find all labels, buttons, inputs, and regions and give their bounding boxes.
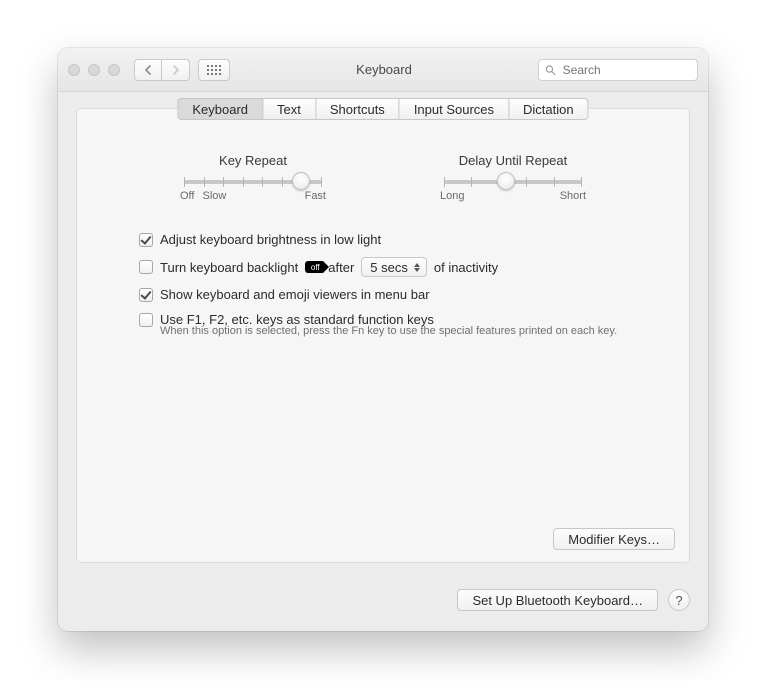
titlebar: Keyboard [58,48,708,92]
delay-thumb[interactable] [497,172,515,190]
tab-dictation[interactable]: Dictation [508,98,589,120]
search-input[interactable] [561,62,691,78]
backlight-pre: Turn keyboard backlight [160,260,298,275]
backlight-row: Turn keyboard backlight off after 5 secs… [139,257,627,277]
key-repeat-off-label: Off [180,190,194,202]
key-repeat-thumb[interactable] [292,172,310,190]
delay-slider[interactable] [444,180,582,184]
delay-long-label: Long [440,190,464,202]
tab-text[interactable]: Text [262,98,315,120]
brightness-checkbox[interactable] [139,233,153,247]
emoji-row: Show keyboard and emoji viewers in menu … [139,287,627,302]
key-repeat-slow-label: Slow [202,190,226,202]
main-panel: Keyboard Text Shortcuts Input Sources Di… [76,108,690,563]
backlight-timeout-value: 5 secs [370,260,408,275]
grid-icon [207,65,221,75]
bluetooth-keyboard-button[interactable]: Set Up Bluetooth Keyboard… [457,589,658,611]
key-repeat-group: Key Repeat Off Slow Fast [178,153,328,202]
delay-group: Delay Until Repeat Long Short [438,153,588,202]
close-window-button[interactable] [68,64,80,76]
delay-short-label: Short [560,190,586,202]
chevron-right-icon [172,65,180,75]
show-all-button[interactable] [198,59,230,81]
backlight-post: of inactivity [434,260,498,275]
nav-buttons [134,59,190,81]
brightness-row: Adjust keyboard brightness in low light [139,232,627,247]
window-title: Keyboard [238,62,530,77]
forward-button[interactable] [162,59,190,81]
backlight-mid: after [328,260,354,275]
chevron-left-icon [144,65,152,75]
minimize-window-button[interactable] [88,64,100,76]
backlight-timeout-select[interactable]: 5 secs [361,257,427,277]
emoji-label: Show keyboard and emoji viewers in menu … [160,287,430,302]
key-repeat-label: Key Repeat [178,153,328,168]
off-switch-icon: off [305,261,325,273]
stepper-icon [412,260,422,274]
search-icon [545,64,556,76]
backlight-checkbox[interactable] [139,260,153,274]
brightness-label: Adjust keyboard brightness in low light [160,232,381,247]
footer: Set Up Bluetooth Keyboard… ? [76,589,690,611]
key-repeat-fast-label: Fast [305,190,326,202]
zoom-window-button[interactable] [108,64,120,76]
help-button[interactable]: ? [668,589,690,611]
delay-label: Delay Until Repeat [438,153,588,168]
emoji-checkbox[interactable] [139,288,153,302]
key-repeat-slider[interactable] [184,180,322,184]
tab-keyboard[interactable]: Keyboard [177,98,262,120]
preferences-window: Keyboard Keyboard Text Shortcuts Input S… [58,48,708,631]
sliders-row: Key Repeat Off Slow Fast Delay Until Rep… [77,109,689,202]
modifier-keys-button[interactable]: Modifier Keys… [553,528,675,550]
search-field[interactable] [538,59,698,81]
tab-input-sources[interactable]: Input Sources [399,98,508,120]
fkeys-hint: When this option is selected, press the … [160,325,627,337]
window-controls [68,64,120,76]
fkeys-checkbox[interactable] [139,313,153,327]
options: Adjust keyboard brightness in low light … [77,202,689,337]
tab-shortcuts[interactable]: Shortcuts [315,98,399,120]
tab-bar: Keyboard Text Shortcuts Input Sources Di… [177,98,588,120]
back-button[interactable] [134,59,162,81]
